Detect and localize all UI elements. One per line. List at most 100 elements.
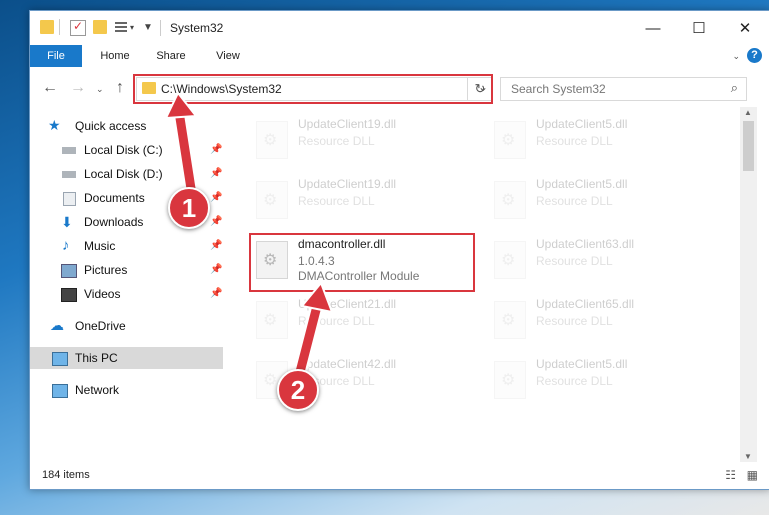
pin-icon[interactable]: 📌 xyxy=(210,163,222,185)
navigation-bar: ← → ⌄ ↑ C:\Windows\System32 ⌄ ↻ Search S… xyxy=(30,73,769,105)
file-type: Resource DLL xyxy=(298,194,375,208)
sidebar-item-label: Local Disk (C:) xyxy=(84,143,163,157)
dll-file-icon xyxy=(256,181,288,219)
sidebar-item-videos[interactable]: Videos 📌 xyxy=(58,283,223,305)
sidebar-item-onedrive[interactable]: ☁ OneDrive xyxy=(48,315,218,337)
file-name: UpdateClient63.dll xyxy=(536,237,635,251)
tab-file[interactable]: File xyxy=(30,45,82,67)
document-icon xyxy=(63,192,76,206)
list-item[interactable]: UpdateClient5.dll Resource DLL xyxy=(488,355,718,407)
file-type: Resource DLL xyxy=(536,194,613,208)
sidebar-item-pictures[interactable]: Pictures 📌 xyxy=(58,259,223,281)
file-name: UpdateClient5.dll xyxy=(536,177,628,191)
search-icon[interactable]: ⌕ xyxy=(731,80,738,96)
dll-file-icon xyxy=(494,361,526,399)
dll-file-icon xyxy=(494,241,526,279)
scroll-down-icon[interactable]: ▼ xyxy=(744,452,752,461)
file-highlight-box xyxy=(249,233,475,292)
explorer-window: ✓ ▾ ▼ System32 — ☐ ✕ File Home Share Vie… xyxy=(29,10,769,490)
sidebar-item-label: Quick access xyxy=(75,119,147,133)
customize-icon[interactable] xyxy=(114,20,128,34)
status-bar: 184 items ☷ ▦ xyxy=(30,466,769,488)
star-icon: ★ xyxy=(48,117,61,133)
navigation-pane: ★ Quick access Local Disk (C:) 📌 Local D… xyxy=(30,111,225,466)
sidebar-item-label: Downloads xyxy=(84,215,144,229)
file-name: UpdateClient5.dll xyxy=(536,357,628,371)
pin-icon[interactable]: 📌 xyxy=(210,283,222,305)
list-item[interactable]: UpdateClient19.dll Resource DLL xyxy=(250,175,480,227)
list-item[interactable]: UpdateClient19.dll Resource DLL xyxy=(250,115,480,167)
ribbon-tabs: File Home Share View ⌄ ? xyxy=(30,45,769,67)
search-placeholder: Search System32 xyxy=(511,82,606,96)
sidebar-item-label: Network xyxy=(75,383,120,397)
divider xyxy=(160,20,161,36)
sidebar-item-local-disk-c[interactable]: Local Disk (C:) 📌 xyxy=(58,139,223,161)
drive-icon xyxy=(62,171,76,178)
sidebar-item-label: Documents xyxy=(84,191,145,205)
maximize-button[interactable]: ☐ xyxy=(676,11,722,45)
vertical-scrollbar[interactable]: ▲ ▼ xyxy=(740,107,757,462)
sidebar-item-this-pc[interactable]: This PC xyxy=(30,347,223,369)
properties-icon[interactable]: ✓ xyxy=(70,19,86,36)
up-arrow-icon[interactable]: ↑ xyxy=(116,79,124,97)
tab-view[interactable]: View xyxy=(205,45,251,67)
details-view-icon[interactable]: ☷ xyxy=(725,468,736,482)
download-arrow-icon: ⬇ xyxy=(61,214,73,230)
list-item[interactable]: UpdateClient63.dll Resource DLL xyxy=(488,235,718,287)
forward-arrow-icon[interactable]: → xyxy=(70,79,86,97)
sidebar-item-label: OneDrive xyxy=(75,319,126,333)
chevron-down-icon[interactable]: ▾ xyxy=(130,23,134,32)
sidebar-item-label: Pictures xyxy=(84,263,128,277)
film-icon xyxy=(61,288,77,302)
scroll-up-icon[interactable]: ▲ xyxy=(744,108,752,117)
list-item[interactable]: UpdateClient21.dll Resource DLL xyxy=(250,295,480,347)
pin-icon[interactable]: 📌 xyxy=(210,187,222,209)
new-folder-icon[interactable] xyxy=(93,20,107,34)
title-bar: ✓ ▾ ▼ System32 — ☐ ✕ xyxy=(30,11,769,45)
item-count: 184 items xyxy=(42,469,90,481)
pin-icon[interactable]: 📌 xyxy=(210,139,222,161)
file-type: Resource DLL xyxy=(536,374,613,388)
list-item[interactable]: UpdateClient65.dll Resource DLL xyxy=(488,295,718,347)
minimize-button[interactable]: — xyxy=(630,11,676,45)
recent-locations-icon[interactable]: ⌄ xyxy=(96,84,104,95)
pin-icon[interactable]: 📌 xyxy=(210,259,222,281)
sidebar-item-label: This PC xyxy=(75,351,118,365)
network-icon xyxy=(52,384,68,398)
file-type: Resource DLL xyxy=(536,314,613,328)
pin-icon[interactable]: 📌 xyxy=(210,211,222,233)
help-icon[interactable]: ? xyxy=(747,48,762,63)
close-button[interactable]: ✕ xyxy=(722,11,768,45)
expand-ribbon-icon[interactable]: ⌄ xyxy=(732,51,740,62)
file-type: Resource DLL xyxy=(298,314,375,328)
folder-icon xyxy=(40,20,54,34)
file-name: UpdateClient19.dll xyxy=(298,177,397,191)
address-highlight-box xyxy=(133,74,493,104)
pin-icon[interactable]: 📌 xyxy=(210,235,222,257)
sidebar-item-network[interactable]: Network xyxy=(48,379,218,401)
file-type: Resource DLL xyxy=(298,134,375,148)
dll-file-icon xyxy=(494,181,526,219)
sidebar-item-music[interactable]: ♪ Music 📌 xyxy=(58,235,223,257)
pictures-icon xyxy=(61,264,77,278)
tab-home[interactable]: Home xyxy=(92,45,138,67)
dll-file-icon xyxy=(256,121,288,159)
back-arrow-icon[interactable]: ← xyxy=(42,79,58,97)
search-box[interactable]: Search System32 ⌕ xyxy=(500,77,747,101)
divider xyxy=(59,19,60,35)
list-item[interactable]: UpdateClient5.dll Resource DLL xyxy=(488,175,718,227)
computer-icon xyxy=(52,352,68,366)
file-name: UpdateClient19.dll xyxy=(298,117,397,131)
file-name: UpdateClient21.dll xyxy=(298,297,397,311)
sidebar-item-quick-access[interactable]: ★ Quick access xyxy=(48,115,218,137)
dll-file-icon xyxy=(494,301,526,339)
sidebar-item-label: Local Disk (D:) xyxy=(84,167,163,181)
large-icons-view-icon[interactable]: ▦ xyxy=(747,468,758,482)
list-item[interactable]: UpdateClient5.dll Resource DLL xyxy=(488,115,718,167)
tab-share[interactable]: Share xyxy=(148,45,194,67)
sidebar-item-local-disk-d[interactable]: Local Disk (D:) 📌 xyxy=(58,163,223,185)
quick-access-toolbar-arrow-icon[interactable]: ▼ xyxy=(143,22,153,33)
file-name: UpdateClient65.dll xyxy=(536,297,635,311)
scrollbar-thumb[interactable] xyxy=(743,121,754,171)
file-name: UpdateClient5.dll xyxy=(536,117,628,131)
